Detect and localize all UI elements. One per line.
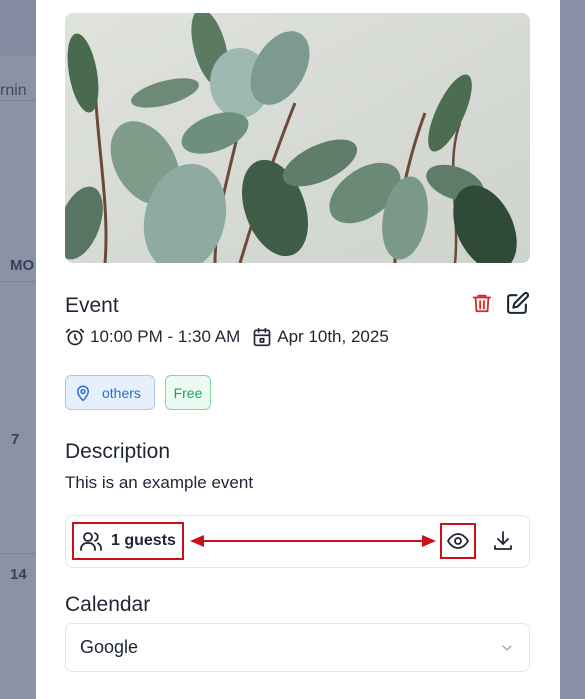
chevron-down-icon (502, 644, 512, 651)
users-icon (80, 532, 102, 551)
guests-count-button[interactable]: 1 guests (72, 522, 184, 560)
calendar-select-value: Google (80, 637, 139, 657)
delete-button[interactable] (468, 289, 496, 317)
guests-panel: 1 guests (65, 515, 530, 568)
location-tag-label: others (102, 384, 141, 401)
view-guests-button[interactable] (440, 523, 476, 559)
event-time-row: 10:00 PM - 1:30 AM Apr 10th, 2025 (65, 327, 389, 347)
trash-icon (472, 294, 492, 313)
location-tag: others (65, 375, 155, 410)
calendar-select[interactable]: Google (65, 623, 530, 672)
eye-icon (447, 533, 469, 549)
edit-button[interactable] (503, 289, 531, 317)
alarm-clock-icon (65, 328, 85, 346)
event-time: 10:00 PM - 1:30 AM (90, 327, 241, 346)
calendar-heading: Calendar (65, 593, 151, 616)
event-title: Event (65, 294, 119, 317)
calendar-icon (253, 327, 271, 347)
event-photo (65, 13, 530, 263)
event-details-modal: Event 10:00 PM - 1:30 AM Apr 10th, 2025 … (36, 0, 560, 699)
download-icon (494, 531, 512, 550)
price-tag: Free (165, 375, 211, 410)
event-date: Apr 10th, 2025 (277, 327, 389, 346)
annotation-arrow (190, 535, 436, 547)
map-pin-icon (77, 385, 89, 401)
guests-count-label: 1 guests (111, 532, 176, 549)
edit-icon (506, 291, 529, 314)
download-guests-button[interactable] (487, 525, 519, 557)
description-heading: Description (65, 440, 171, 463)
description-text: This is an example event (65, 473, 254, 492)
